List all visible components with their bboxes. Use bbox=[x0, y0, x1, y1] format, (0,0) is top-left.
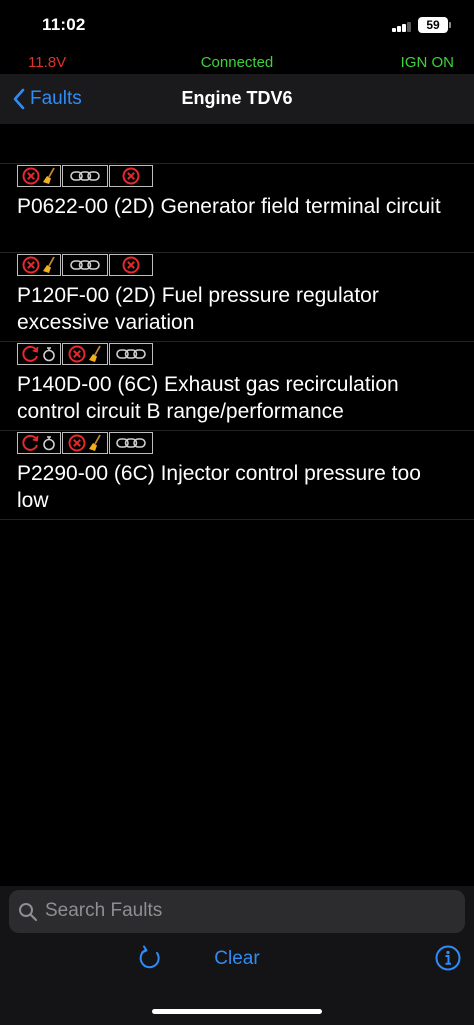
clear-button[interactable]: Clear bbox=[214, 948, 259, 969]
fault-description: P140D-00 (6C) Exhaust gas recirculation … bbox=[17, 373, 399, 423]
cellular-signal-icon bbox=[392, 22, 414, 32]
search-icon bbox=[19, 903, 38, 922]
refresh-icon[interactable] bbox=[136, 944, 164, 972]
info-icon[interactable] bbox=[434, 944, 462, 972]
battery-level: 59 bbox=[426, 18, 440, 32]
fault-cross-icon bbox=[68, 434, 86, 452]
broom-icon bbox=[43, 256, 55, 273]
fault-item[interactable]: P140D-00 (6C) Exhaust gas recirculation … bbox=[0, 342, 474, 431]
status-box bbox=[62, 165, 108, 187]
fault-status-icons bbox=[17, 165, 154, 187]
status-time: 11:02 bbox=[42, 15, 86, 34]
status-box bbox=[62, 343, 108, 365]
bottom-bar: Clear bbox=[0, 886, 474, 1025]
chain-link-icon bbox=[116, 349, 146, 359]
status-box bbox=[17, 343, 61, 365]
status-box bbox=[62, 432, 108, 454]
fault-cross-icon bbox=[68, 345, 86, 363]
search-input[interactable] bbox=[45, 896, 445, 926]
broom-icon bbox=[43, 167, 55, 184]
back-button[interactable]: Faults bbox=[12, 86, 82, 112]
fault-item[interactable]: P2290-00 (6C) Injector control pressure … bbox=[0, 431, 474, 520]
cycle-arrow-icon bbox=[22, 345, 39, 362]
chain-link-icon bbox=[70, 260, 100, 270]
fault-cross-icon bbox=[122, 256, 140, 274]
broom-icon bbox=[89, 434, 101, 451]
status-box bbox=[109, 343, 153, 365]
back-button-label: Faults bbox=[30, 88, 82, 109]
connection-info-bar: Connected 11.8V IGN ON bbox=[0, 50, 474, 74]
fault-list: P0622-00 (2D) Generator field terminal c… bbox=[0, 163, 474, 520]
status-box bbox=[17, 165, 61, 187]
fault-description: P0622-00 (2D) Generator field terminal c… bbox=[17, 195, 441, 218]
status-box bbox=[109, 165, 153, 187]
stopwatch-icon bbox=[43, 436, 55, 451]
fault-status-icons bbox=[17, 343, 154, 365]
cycle-arrow-icon bbox=[22, 434, 39, 451]
fault-item[interactable]: P0622-00 (2D) Generator field terminal c… bbox=[0, 164, 474, 253]
search-bar[interactable] bbox=[9, 890, 465, 933]
navigation-bar: Engine TDV6 Faults bbox=[0, 74, 474, 124]
fault-cross-icon bbox=[22, 256, 40, 274]
status-bar: 11:02 59 bbox=[0, 0, 474, 48]
status-box bbox=[17, 254, 61, 276]
fault-cross-icon bbox=[22, 167, 40, 185]
battery-icon: 59 bbox=[418, 17, 451, 33]
battery-voltage: 11.8V bbox=[28, 54, 67, 71]
fault-description: P120F-00 (2D) Fuel pressure regulator ex… bbox=[17, 284, 379, 334]
fault-item[interactable]: P120F-00 (2D) Fuel pressure regulator ex… bbox=[0, 253, 474, 342]
fault-status-icons bbox=[17, 432, 154, 454]
clear-button-wrap: Clear bbox=[0, 948, 474, 970]
status-box bbox=[62, 254, 108, 276]
broom-icon bbox=[89, 345, 101, 362]
status-box bbox=[17, 432, 61, 454]
chain-link-icon bbox=[116, 438, 146, 448]
ignition-status: IGN ON bbox=[400, 54, 454, 71]
status-box bbox=[109, 254, 153, 276]
chain-link-icon bbox=[70, 171, 100, 181]
fault-status-icons bbox=[17, 254, 154, 276]
chevron-left-icon bbox=[13, 88, 25, 110]
home-indicator[interactable] bbox=[152, 1009, 322, 1014]
fault-description: P2290-00 (6C) Injector control pressure … bbox=[17, 462, 421, 512]
status-box bbox=[109, 432, 153, 454]
toolbar: Clear bbox=[0, 942, 474, 982]
fault-cross-icon bbox=[122, 167, 140, 185]
stopwatch-icon bbox=[43, 347, 55, 362]
